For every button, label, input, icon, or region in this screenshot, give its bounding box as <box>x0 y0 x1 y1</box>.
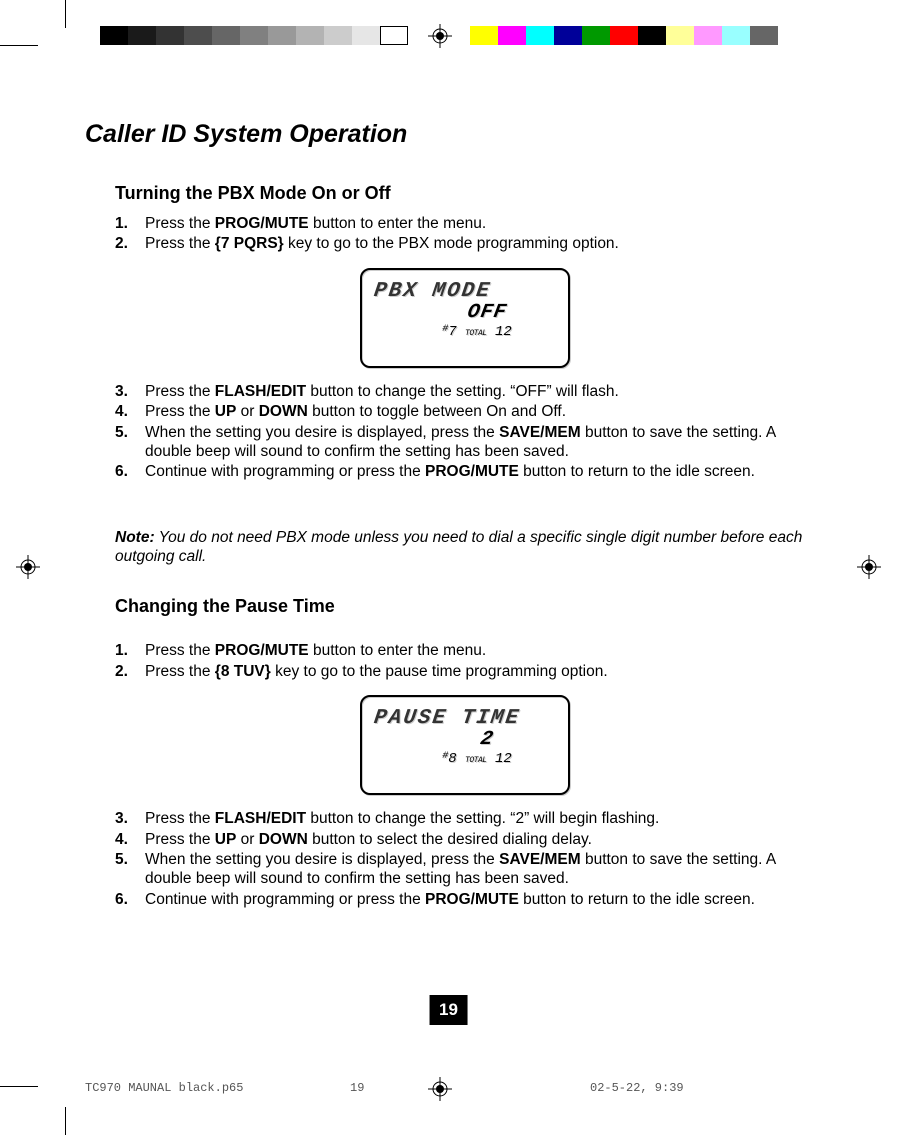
step-text: Press the {8 TUV} key to go to the pause… <box>145 662 815 681</box>
crop-mark <box>0 45 38 46</box>
page-title: Caller ID System Operation <box>85 120 815 149</box>
lcd-display-pause: PAUSE TIME 2 #8 TOTAL 12 <box>360 695 570 795</box>
step-number: 2. <box>115 662 145 681</box>
step-text: Press the FLASH/EDIT button to change th… <box>145 382 815 401</box>
lcd-line1: PAUSE TIME <box>372 707 561 730</box>
lcd-line2: OFF <box>372 301 562 324</box>
section-pause-title: Changing the Pause Time <box>115 596 815 617</box>
step-number: 6. <box>115 890 145 909</box>
crop-mark <box>65 0 66 28</box>
step-item: 6.Continue with programming or press the… <box>115 890 815 909</box>
step-item: 5.When the setting you desire is display… <box>115 850 815 889</box>
step-number: 1. <box>115 214 145 233</box>
step-number: 1. <box>115 641 145 660</box>
pbx-steps-before: 1.Press the PROG/MUTE button to enter th… <box>115 214 815 254</box>
grayscale-bar <box>100 26 408 45</box>
footer-file: TC970 MAUNAL black.p65 <box>85 1081 350 1095</box>
step-text: Press the PROG/MUTE button to enter the … <box>145 641 815 660</box>
pause-steps-after: 3.Press the FLASH/EDIT button to change … <box>115 809 815 909</box>
pbx-steps-after: 3.Press the FLASH/EDIT button to change … <box>115 382 815 482</box>
crop-mark <box>0 1086 38 1087</box>
step-text: Continue with programming or press the P… <box>145 462 815 481</box>
step-item: 2.Press the {8 TUV} key to go to the pau… <box>115 662 815 681</box>
lcd-display-pbx: PBX MODE OFF #7 TOTAL 12 <box>360 268 570 368</box>
crop-mark <box>65 1107 66 1135</box>
step-item: 4.Press the UP or DOWN button to select … <box>115 830 815 849</box>
step-item: 4.Press the UP or DOWN button to toggle … <box>115 402 815 421</box>
step-number: 3. <box>115 809 145 828</box>
step-number: 6. <box>115 462 145 481</box>
step-number: 5. <box>115 423 145 462</box>
step-text: Press the UP or DOWN button to toggle be… <box>145 402 815 421</box>
lcd-line3: #7 TOTAL 12 <box>374 324 560 340</box>
step-number: 2. <box>115 234 145 253</box>
registration-mark-icon <box>428 24 452 48</box>
step-item: 3.Press the FLASH/EDIT button to change … <box>115 382 815 401</box>
step-text: Press the {7 PQRS} key to go to the PBX … <box>145 234 815 253</box>
color-bar <box>470 26 778 45</box>
lcd-line3: #8 TOTAL 12 <box>374 751 560 767</box>
step-item: 3.Press the FLASH/EDIT button to change … <box>115 809 815 828</box>
step-number: 4. <box>115 830 145 849</box>
registration-mark-icon <box>16 555 40 579</box>
step-text: Continue with programming or press the P… <box>145 890 815 909</box>
step-number: 3. <box>115 382 145 401</box>
step-item: 6.Continue with programming or press the… <box>115 462 815 481</box>
lcd-line2: 2 <box>372 728 562 751</box>
footer-date: 02-5-22, 9:39 <box>590 1081 684 1095</box>
footer-page: 19 <box>350 1081 590 1095</box>
step-item: 2.Press the {7 PQRS} key to go to the PB… <box>115 234 815 253</box>
step-item: 1.Press the PROG/MUTE button to enter th… <box>115 641 815 660</box>
pause-steps-before: 1.Press the PROG/MUTE button to enter th… <box>115 641 815 681</box>
step-number: 5. <box>115 850 145 889</box>
step-number: 4. <box>115 402 145 421</box>
page-number: 19 <box>429 995 468 1025</box>
step-text: Press the PROG/MUTE button to enter the … <box>145 214 815 233</box>
step-text: Press the FLASH/EDIT button to change th… <box>145 809 815 828</box>
step-text: Press the UP or DOWN button to select th… <box>145 830 815 849</box>
lcd-line1: PBX MODE <box>372 280 561 303</box>
step-item: 1.Press the PROG/MUTE button to enter th… <box>115 214 815 233</box>
note-text: Note: You do not need PBX mode unless yo… <box>115 528 815 567</box>
section-pbx-title: Turning the PBX Mode On or Off <box>115 183 815 204</box>
step-text: When the setting you desire is displayed… <box>145 850 815 889</box>
registration-mark-icon <box>857 555 881 579</box>
footer: TC970 MAUNAL black.p65 19 02-5-22, 9:39 <box>85 1081 832 1095</box>
step-item: 5.When the setting you desire is display… <box>115 423 815 462</box>
step-text: When the setting you desire is displayed… <box>145 423 815 462</box>
